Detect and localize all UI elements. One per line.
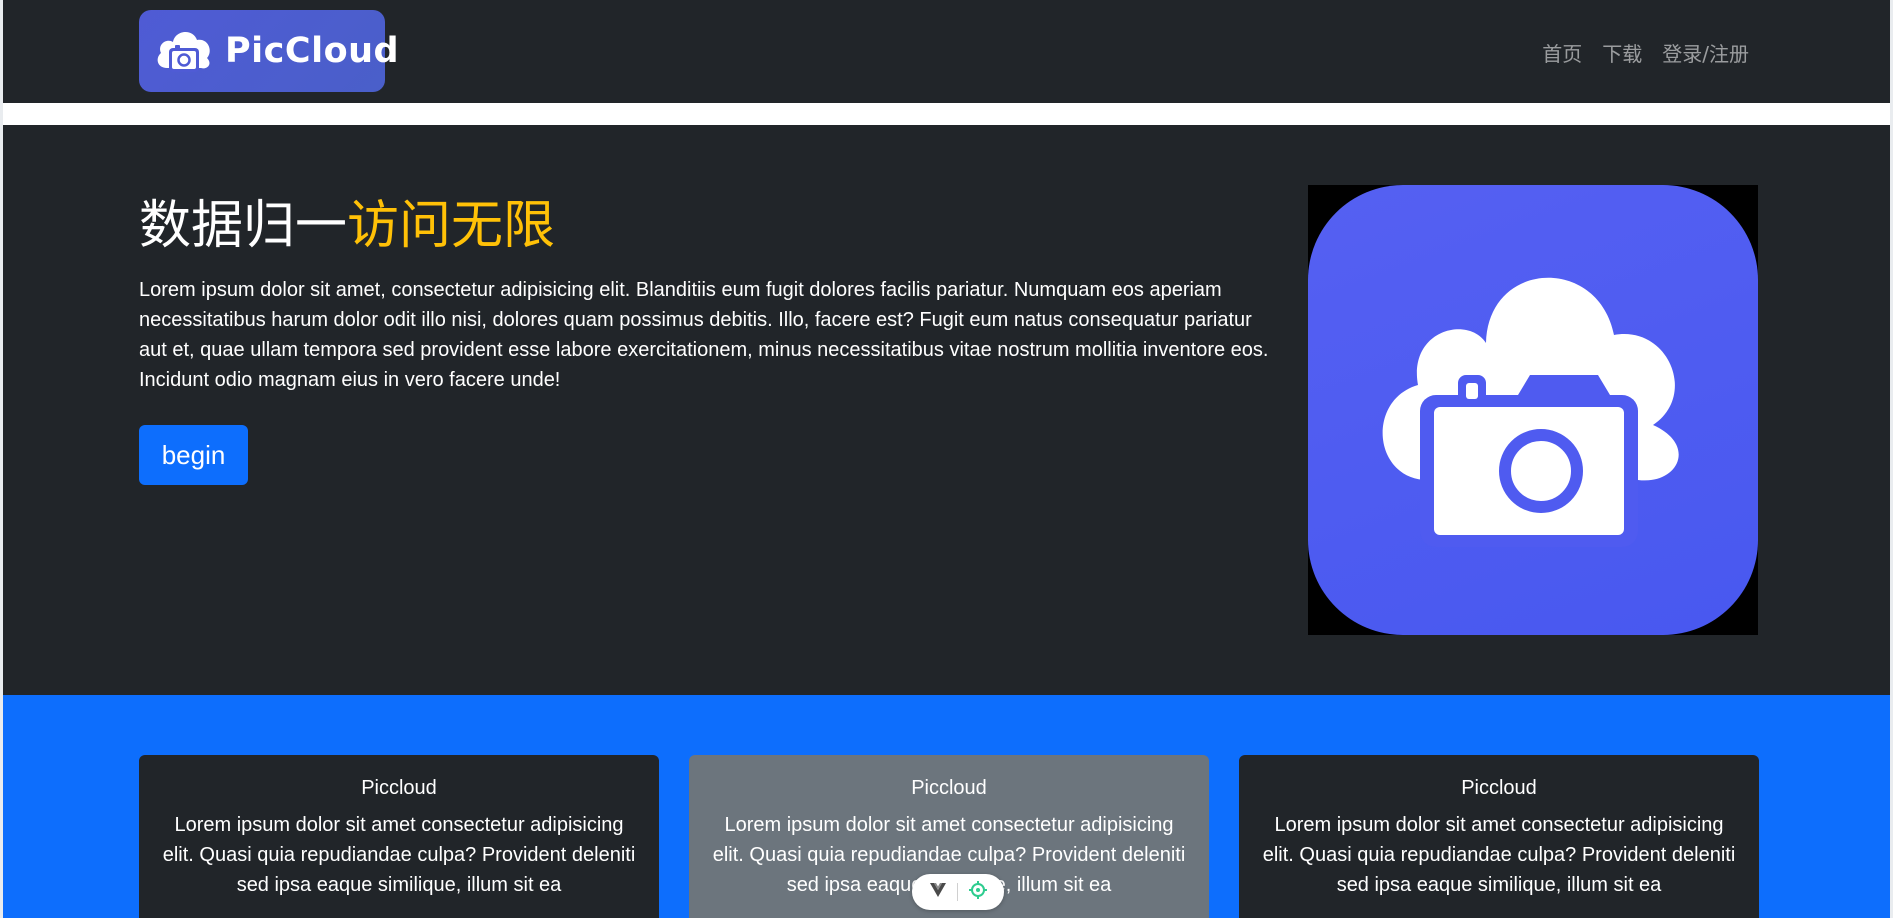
hero-image bbox=[1308, 185, 1758, 635]
card-title: Piccloud bbox=[1461, 777, 1537, 799]
nav-link-download[interactable]: 下载 bbox=[1602, 38, 1642, 67]
nav-links: 首页 下载 登录/注册 bbox=[1542, 38, 1749, 67]
divider-strip bbox=[3, 103, 1893, 125]
hero-title-main: 数据归一 bbox=[139, 196, 348, 256]
vue-devtools-icon[interactable] bbox=[929, 882, 947, 903]
hero-section: 数据归一访问无限 Lorem ipsum dolor sit amet, con… bbox=[3, 125, 1893, 695]
page: PicCloud 首页 下载 登录/注册 数据归一访问无限 Lorem ipsu… bbox=[0, 0, 1897, 918]
brand-name: PicCloud bbox=[225, 31, 400, 71]
feature-card: Piccloud Lorem ipsum dolor sit amet cons… bbox=[139, 755, 659, 918]
navbar: PicCloud 首页 下载 登录/注册 bbox=[3, 0, 1893, 103]
nav-link-login-register[interactable]: 登录/注册 bbox=[1662, 38, 1749, 67]
card-title: Piccloud bbox=[361, 777, 437, 799]
hero-description: Lorem ipsum dolor sit amet, consectetur … bbox=[139, 279, 1269, 391]
floating-devtools-toolbar bbox=[912, 874, 1004, 910]
brand-logo[interactable]: PicCloud bbox=[139, 10, 399, 92]
hero-title: 数据归一访问无限 bbox=[139, 183, 555, 258]
cloud-camera-icon bbox=[1308, 185, 1758, 635]
card-text: Lorem ipsum dolor sit amet consectetur a… bbox=[162, 814, 636, 896]
begin-button[interactable]: begin bbox=[139, 425, 248, 485]
card-title: Piccloud bbox=[911, 777, 987, 799]
hero-title-accent: 访问无限 bbox=[347, 196, 556, 256]
feature-card: Piccloud Lorem ipsum dolor sit amet cons… bbox=[1239, 755, 1759, 918]
toolbar-separator bbox=[956, 883, 958, 901]
nav-link-home[interactable]: 首页 bbox=[1542, 38, 1582, 67]
inspect-target-icon[interactable] bbox=[968, 880, 988, 905]
card-text: Lorem ipsum dolor sit amet consectetur a… bbox=[1262, 814, 1736, 896]
cloud-camera-icon bbox=[153, 22, 215, 80]
